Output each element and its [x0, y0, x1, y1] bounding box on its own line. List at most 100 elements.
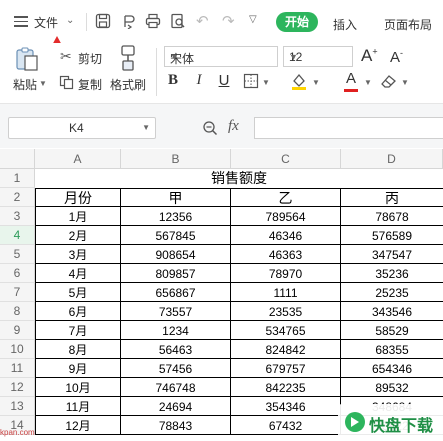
table-cell[interactable]: 6月 [35, 302, 121, 321]
table-cell[interactable]: 567845 [121, 226, 231, 245]
file-menu[interactable]: 文件 [34, 14, 58, 31]
table-cell[interactable]: 7月 [35, 321, 121, 340]
row-header[interactable]: 9 [0, 321, 35, 340]
table-cell[interactable]: 4月 [35, 264, 121, 283]
table-cell[interactable]: 5月 [35, 283, 121, 302]
column-header-a[interactable]: A [35, 149, 121, 169]
row-header[interactable]: 10 [0, 340, 35, 359]
table-cell[interactable]: 347547 [341, 245, 443, 264]
table-cell[interactable]: 1月 [35, 207, 121, 226]
table-cell[interactable]: 809857 [121, 264, 231, 283]
eraser-icon[interactable] [380, 73, 398, 89]
row-header[interactable]: 13 [0, 397, 35, 416]
table-cell[interactable]: 1234 [121, 321, 231, 340]
table-cell[interactable]: 10月 [35, 378, 121, 397]
table-cell[interactable]: 654346 [341, 359, 443, 378]
row-header[interactable]: 5 [0, 245, 35, 264]
tab-insert[interactable]: 插入 [333, 16, 357, 33]
fill-color-icon[interactable] [290, 72, 308, 90]
table-cell[interactable]: 824842 [231, 340, 341, 359]
table-cell[interactable]: 679757 [231, 359, 341, 378]
table-cell[interactable]: 23535 [231, 302, 341, 321]
sheet-title-cell[interactable]: 销售额度 [35, 169, 443, 188]
quick-access-more-icon[interactable]: ▽ [249, 14, 257, 25]
format-painter-button[interactable]: 格式刷 [110, 76, 146, 93]
tab-page-layout[interactable]: 页面布局 [384, 16, 432, 33]
table-cell[interactable]: 534765 [231, 321, 341, 340]
table-cell[interactable]: 12月 [35, 416, 121, 435]
row-header[interactable]: 1 [0, 169, 35, 188]
table-cell[interactable]: 1111 [231, 283, 341, 302]
chevron-down-icon[interactable]: ▼ [262, 78, 270, 87]
chevron-down-icon[interactable]: ▼ [401, 78, 409, 87]
font-color-button[interactable]: A [344, 70, 358, 92]
grow-font-icon[interactable]: A+ [361, 46, 378, 66]
table-cell[interactable]: 3月 [35, 245, 121, 264]
table-cell[interactable]: 354346 [231, 397, 341, 416]
table-cell[interactable]: 746748 [121, 378, 231, 397]
table-cell[interactable]: 25235 [341, 283, 443, 302]
row-header[interactable]: 7 [0, 283, 35, 302]
table-cell[interactable]: 57456 [121, 359, 231, 378]
table-cell[interactable]: 甲 [121, 188, 231, 207]
font-name-select[interactable]: 宋体 ▼ [164, 46, 278, 67]
cut-icon[interactable]: ✂ [60, 48, 72, 65]
table-cell[interactable]: 67432 [231, 416, 341, 435]
zoom-icon[interactable] [202, 120, 218, 136]
table-cell[interactable]: 8月 [35, 340, 121, 359]
chevron-down-icon[interactable]: ▼ [312, 78, 320, 87]
select-all-corner[interactable] [0, 149, 35, 169]
borders-icon[interactable] [243, 73, 259, 89]
paste-icon[interactable] [14, 46, 40, 72]
chevron-down-icon[interactable]: ▼ [364, 78, 372, 87]
table-cell[interactable]: 24694 [121, 397, 231, 416]
table-cell[interactable]: 56463 [121, 340, 231, 359]
row-header[interactable]: 2 [0, 188, 35, 207]
tab-home[interactable]: 开始 [276, 12, 318, 32]
undo-icon[interactable]: ↶ [196, 12, 209, 30]
table-cell[interactable]: 73557 [121, 302, 231, 321]
table-cell[interactable]: 11月 [35, 397, 121, 416]
font-size-select[interactable]: 12 ▼ [283, 46, 353, 67]
table-cell[interactable]: 576589 [341, 226, 443, 245]
bold-button[interactable]: B [164, 72, 182, 89]
copy-button[interactable]: 复制 [78, 76, 102, 93]
table-cell[interactable]: 46363 [231, 245, 341, 264]
row-header[interactable]: 6 [0, 264, 35, 283]
formula-input[interactable] [254, 117, 443, 139]
row-header[interactable]: 3 [0, 207, 35, 226]
row-header[interactable]: 11 [0, 359, 35, 378]
table-cell[interactable]: 12356 [121, 207, 231, 226]
table-cell[interactable]: 656867 [121, 283, 231, 302]
table-cell[interactable]: 2月 [35, 226, 121, 245]
table-cell[interactable]: 78678 [341, 207, 443, 226]
table-cell[interactable]: 乙 [231, 188, 341, 207]
shrink-font-icon[interactable]: A- [390, 48, 403, 66]
table-cell[interactable]: 35236 [341, 264, 443, 283]
column-header-d[interactable]: D [341, 149, 443, 169]
table-cell[interactable]: 58529 [341, 321, 443, 340]
column-header-c[interactable]: C [231, 149, 341, 169]
cut-button[interactable]: 剪切 [78, 50, 102, 67]
row-header[interactable]: 4 [0, 226, 35, 245]
table-cell[interactable]: 789564 [231, 207, 341, 226]
table-cell[interactable]: 842235 [231, 378, 341, 397]
table-cell[interactable]: 343546 [341, 302, 443, 321]
table-cell[interactable]: 丙 [341, 188, 443, 207]
export-icon[interactable] [120, 13, 136, 29]
print-icon[interactable] [145, 13, 161, 29]
column-header-b[interactable]: B [121, 149, 231, 169]
fx-icon[interactable]: fx [228, 118, 239, 135]
row-header[interactable]: 12 [0, 378, 35, 397]
underline-button[interactable]: U [215, 72, 233, 89]
table-cell[interactable]: 68355 [341, 340, 443, 359]
format-painter-icon[interactable] [117, 44, 139, 72]
chevron-down-icon[interactable]: ⌄ [66, 15, 74, 26]
table-cell[interactable]: 78970 [231, 264, 341, 283]
row-header[interactable]: 8 [0, 302, 35, 321]
table-cell[interactable]: 89532 [341, 378, 443, 397]
save-icon[interactable] [95, 13, 111, 29]
table-cell[interactable]: 月份 [35, 188, 121, 207]
table-cell[interactable]: 78843 [121, 416, 231, 435]
hamburger-icon[interactable] [14, 16, 28, 27]
